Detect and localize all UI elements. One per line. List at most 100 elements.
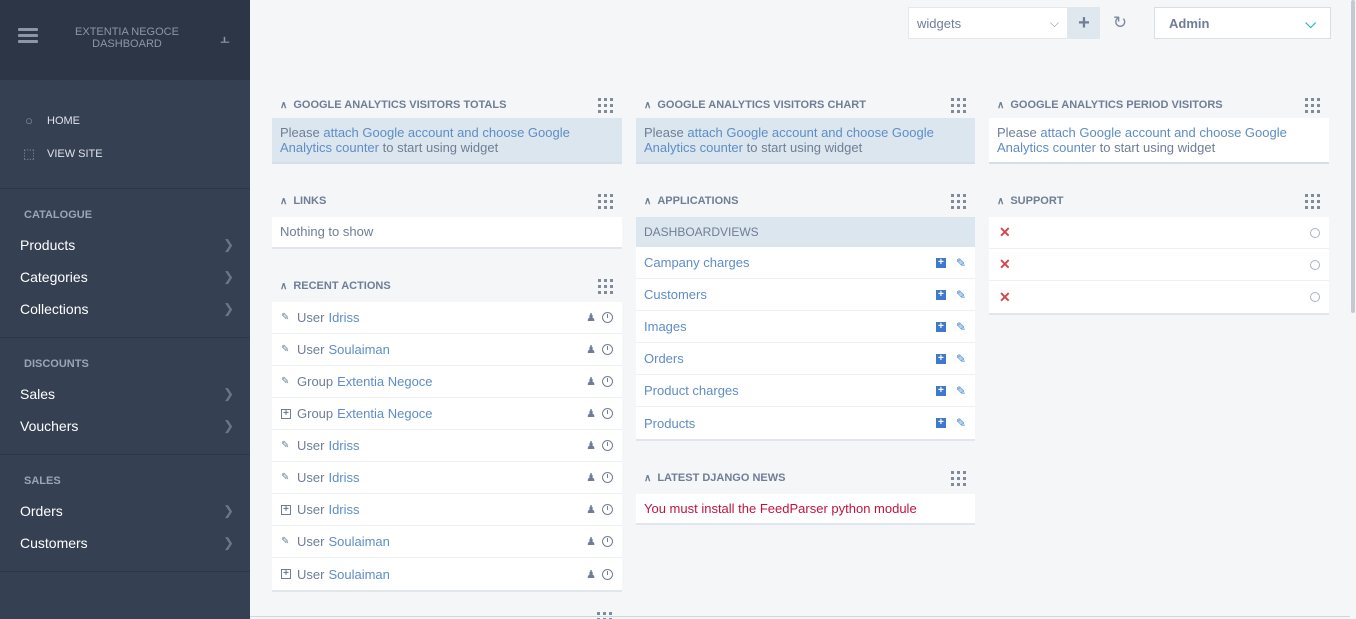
sidebar-item-customers[interactable]: Customers ❯ [0,527,250,559]
add-widget-button[interactable]: + [1068,7,1100,39]
drag-grid-icon[interactable] [951,470,966,486]
sidebar-item-sales[interactable]: Sales ❯ [0,378,250,410]
add-icon[interactable]: + [935,385,946,396]
widget-title[interactable]: ∧ LATEST DJANGO NEWS [644,472,785,484]
drag-grid-icon[interactable] [951,193,966,209]
sidebar-item-home[interactable]: ○ HOME [20,104,230,137]
drag-grid-icon[interactable] [951,97,966,113]
model-link[interactable]: Products [644,416,695,431]
action-meta: ♟ [586,407,613,420]
add-icon[interactable]: + [935,418,946,428]
dashboard-brand[interactable]: EXTENTIA NEGOCE DASHBOARD [58,26,196,50]
collapse-icon[interactable]: ∧ [280,281,287,292]
drag-grid-icon[interactable] [598,278,613,294]
model-link[interactable]: Customers [644,287,707,302]
app-model-row: Customers + ✎ [636,279,975,311]
widget-title[interactable]: ∧ LINKS [280,195,326,207]
edit-icon[interactable]: ✎ [956,416,966,430]
widget-title[interactable]: ∧ GOOGLE ANALYTICS VISITORS TOTALS [280,99,506,111]
chevron-right-icon: ❯ [223,386,234,401]
collapse-icon[interactable]: ∧ [280,100,287,111]
action-meta: ♟ [586,375,613,388]
reset-dashboard-button[interactable]: ↻ [1100,7,1140,39]
user-icon: ♟ [586,440,596,452]
widget-title-text: SUPPORT [1010,195,1064,207]
menu-toggle-icon[interactable] [18,28,38,46]
action-description: + User Idriss [281,502,360,517]
drag-grid-icon[interactable] [1305,193,1320,209]
widgets-select[interactable]: widgets ⌵ [908,7,1068,39]
collapse-icon[interactable]: ∧ [644,196,651,207]
section-caption: CATALOGUE [24,209,93,221]
object-link[interactable]: Idriss [328,470,359,485]
widget-title[interactable]: ∧ GOOGLE ANALYTICS VISITORS CHART [644,99,866,111]
object-link[interactable]: Soulaiman [328,567,389,582]
add-icon[interactable]: + [935,321,946,332]
edit-action-icon: ✎ [281,343,290,355]
model-link[interactable]: Product charges [644,383,739,398]
message-text: to start using widget [379,140,499,155]
widget-body: DASHBOARDVIEWS Campany charges + ✎ Customer… [636,217,975,441]
add-icon[interactable]: + [935,257,946,268]
section-caption: SALES [24,475,61,487]
collapse-icon[interactable]: ∧ [280,196,287,207]
widget-title[interactable]: ∧ RECENT ACTIONS [280,280,391,292]
sidebar-item-products[interactable]: Products ❯ [0,229,250,261]
drag-grid-icon[interactable] [1305,97,1320,113]
sidebar-item-vouchers[interactable]: Vouchers ❯ [0,410,250,442]
drag-grid-icon[interactable] [598,193,613,209]
widget-django-news: ∧ LATEST DJANGO NEWS You must install the… [636,465,975,525]
user-select[interactable]: Admin ⌵ [1154,7,1331,39]
drag-grid-icon[interactable] [598,97,613,113]
widget-title[interactable]: ∧ SUPPORT [997,195,1064,207]
sidebar-item-categories[interactable]: Categories ❯ [0,261,250,293]
object-link[interactable]: Idriss [328,438,359,453]
object-link[interactable]: Idriss [328,310,359,325]
widgets-select-value: widgets [917,15,962,31]
action-description: ✎ Group Extentia Negoce [281,374,433,389]
sidebar-section-sales: SALES Orders ❯ Customers ❯ [0,455,250,572]
scrollbar-thumb[interactable] [1351,0,1355,313]
object-link[interactable]: Soulaiman [328,534,389,549]
sidebar-item-label: Customers [20,535,88,551]
action-description: + Group Extentia Negoce [281,406,433,421]
collapse-icon[interactable]: ∧ [997,100,1004,111]
support-row: ✕ [989,217,1329,249]
collapse-icon[interactable]: ∧ [644,100,651,111]
object-link[interactable]: Extentia Negoce [337,406,432,421]
edit-icon[interactable]: ✎ [956,256,966,270]
object-link[interactable]: Soulaiman [328,342,389,357]
sidebar: EXTENTIA NEGOCE DASHBOARD ⫠ ○ HOME ⬚ VIE… [0,0,250,619]
pin-icon[interactable]: ⫠ [220,30,230,48]
model-link[interactable]: Orders [644,351,684,366]
page-scrollbar[interactable] [1350,0,1356,619]
action-description: ✎ User Idriss [281,470,360,485]
object-link[interactable]: Idriss [328,502,359,517]
chevron-right-icon: ❯ [223,301,234,316]
model-link[interactable]: Campany charges [644,255,750,270]
action-meta: ♟ [586,311,613,324]
edit-icon[interactable]: ✎ [956,320,966,334]
edit-icon[interactable]: ✎ [956,384,966,398]
add-icon[interactable]: + [935,353,946,364]
widget-title-text: GOOGLE ANALYTICS PERIOD VISITORS [1010,99,1223,111]
sidebar-item-orders[interactable]: Orders ❯ [0,495,250,527]
section-caption: DISCOUNTS [24,358,89,370]
app-model-row: Campany charges + ✎ [636,247,975,279]
sidebar-item-view-site[interactable]: ⬚ VIEW SITE [20,137,230,170]
object-link[interactable]: Extentia Negoce [337,374,432,389]
sidebar-item-collections[interactable]: Collections ❯ [0,293,250,325]
edit-action-icon: ✎ [281,439,290,451]
object-type: Group [297,374,334,389]
widget-title[interactable]: ∧ GOOGLE ANALYTICS PERIOD VISITORS [997,99,1223,111]
app-group-header[interactable]: DASHBOARDVIEWS [636,217,975,247]
collapse-icon[interactable]: ∧ [644,473,651,484]
add-icon[interactable]: + [935,289,946,300]
edit-icon[interactable]: ✎ [956,352,966,366]
clock-icon [602,504,613,515]
user-icon: ♟ [586,568,596,581]
widget-title[interactable]: ∧ APPLICATIONS [644,195,738,207]
collapse-icon[interactable]: ∧ [997,196,1004,207]
edit-icon[interactable]: ✎ [956,288,966,302]
model-link[interactable]: Images [644,319,687,334]
